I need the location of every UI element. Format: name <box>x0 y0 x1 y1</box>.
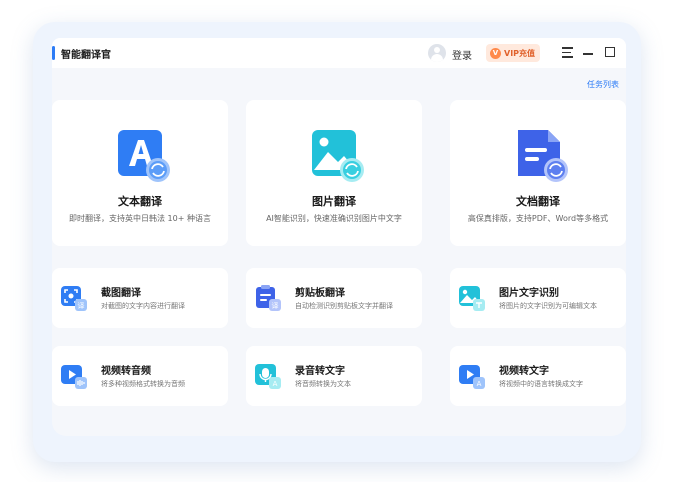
tool-card-screenshot-translate[interactable]: 译 截图翻译 对截图的文字内容进行翻译 <box>52 268 228 328</box>
card-title: 图片翻译 <box>312 195 356 208</box>
video-to-text-icon: A <box>459 365 485 389</box>
tool-card-video-to-text[interactable]: A 视频转文字 将视频中的语言转换成文字 <box>450 346 626 406</box>
card-desc: 将多种视频格式转换为音频 <box>101 380 185 388</box>
image-ocr-icon <box>459 286 485 311</box>
vip-label: VIP充值 <box>504 48 536 58</box>
card-desc: 将图片的文字识别为可编辑文本 <box>499 302 597 310</box>
card-title: 图片文字识别 <box>499 288 559 299</box>
card-title: 剪贴板翻译 <box>295 288 345 299</box>
app-window: 智能翻译官 登录 V VIP充值 任务列表 文本翻译 即时翻译，支持英中日韩法 … <box>52 38 626 436</box>
card-title: 录音转文字 <box>295 366 345 377</box>
maximize-icon[interactable] <box>605 47 615 57</box>
minimize-icon[interactable] <box>583 53 593 55</box>
document-translate-icon <box>518 130 568 182</box>
svg-text:A: A <box>273 380 278 388</box>
feature-card-text-translate[interactable]: 文本翻译 即时翻译，支持英中日韩法 10+ 种语言 <box>52 100 228 246</box>
card-desc: 即时翻译，支持英中日韩法 10+ 种语言 <box>69 214 211 223</box>
video-to-audio-icon <box>61 365 87 389</box>
tool-card-image-ocr[interactable]: 图片文字识别 将图片的文字识别为可编辑文本 <box>450 268 626 328</box>
card-title: 视频转文字 <box>499 366 549 377</box>
tool-card-clipboard-translate[interactable]: 译 剪贴板翻译 自动检测识别剪贴板文字并翻译 <box>246 268 422 328</box>
screenshot-translate-icon: 译 <box>61 286 87 311</box>
text-translate-icon <box>118 130 170 182</box>
login-link[interactable]: 登录 <box>452 47 472 62</box>
card-desc: 对截图的文字内容进行翻译 <box>101 302 185 310</box>
audio-to-text-icon: A <box>255 364 281 389</box>
card-title: 文本翻译 <box>118 195 162 208</box>
app-title: 智能翻译官 <box>61 50 111 61</box>
tool-card-audio-to-text[interactable]: A 录音转文字 将音频转换为文本 <box>246 346 422 406</box>
tool-card-video-to-audio[interactable]: 视频转音频 将多种视频格式转换为音频 <box>52 346 228 406</box>
svg-text:译: 译 <box>272 302 279 310</box>
menu-icon[interactable] <box>562 47 573 59</box>
vip-crown-icon: V <box>490 47 501 59</box>
title-accent-bar <box>52 46 55 60</box>
card-desc: 自动检测识别剪贴板文字并翻译 <box>295 302 393 310</box>
card-desc: AI智能识别，快速准确识别图片中文字 <box>266 214 402 223</box>
card-desc: 将音频转换为文本 <box>295 380 351 388</box>
card-title: 视频转音频 <box>101 366 151 377</box>
clipboard-translate-icon: 译 <box>256 285 281 311</box>
image-translate-icon <box>312 130 364 182</box>
vip-recharge-button[interactable]: V VIP充值 <box>486 44 540 62</box>
card-title: 截图翻译 <box>101 288 141 299</box>
user-avatar-icon[interactable] <box>428 44 446 62</box>
card-desc: 将视频中的语言转换成文字 <box>499 380 583 388</box>
svg-text:A: A <box>477 380 482 388</box>
feature-card-document-translate[interactable]: 文档翻译 高保真排版，支持PDF、Word等多格式 <box>450 100 626 246</box>
task-list-link[interactable]: 任务列表 <box>587 79 619 90</box>
card-title: 文档翻译 <box>516 195 560 208</box>
card-desc: 高保真排版，支持PDF、Word等多格式 <box>467 214 609 223</box>
svg-text:译: 译 <box>78 302 85 310</box>
feature-card-image-translate[interactable]: 图片翻译 AI智能识别，快速准确识别图片中文字 <box>246 100 422 246</box>
titlebar: 智能翻译官 登录 V VIP充值 <box>52 38 626 68</box>
